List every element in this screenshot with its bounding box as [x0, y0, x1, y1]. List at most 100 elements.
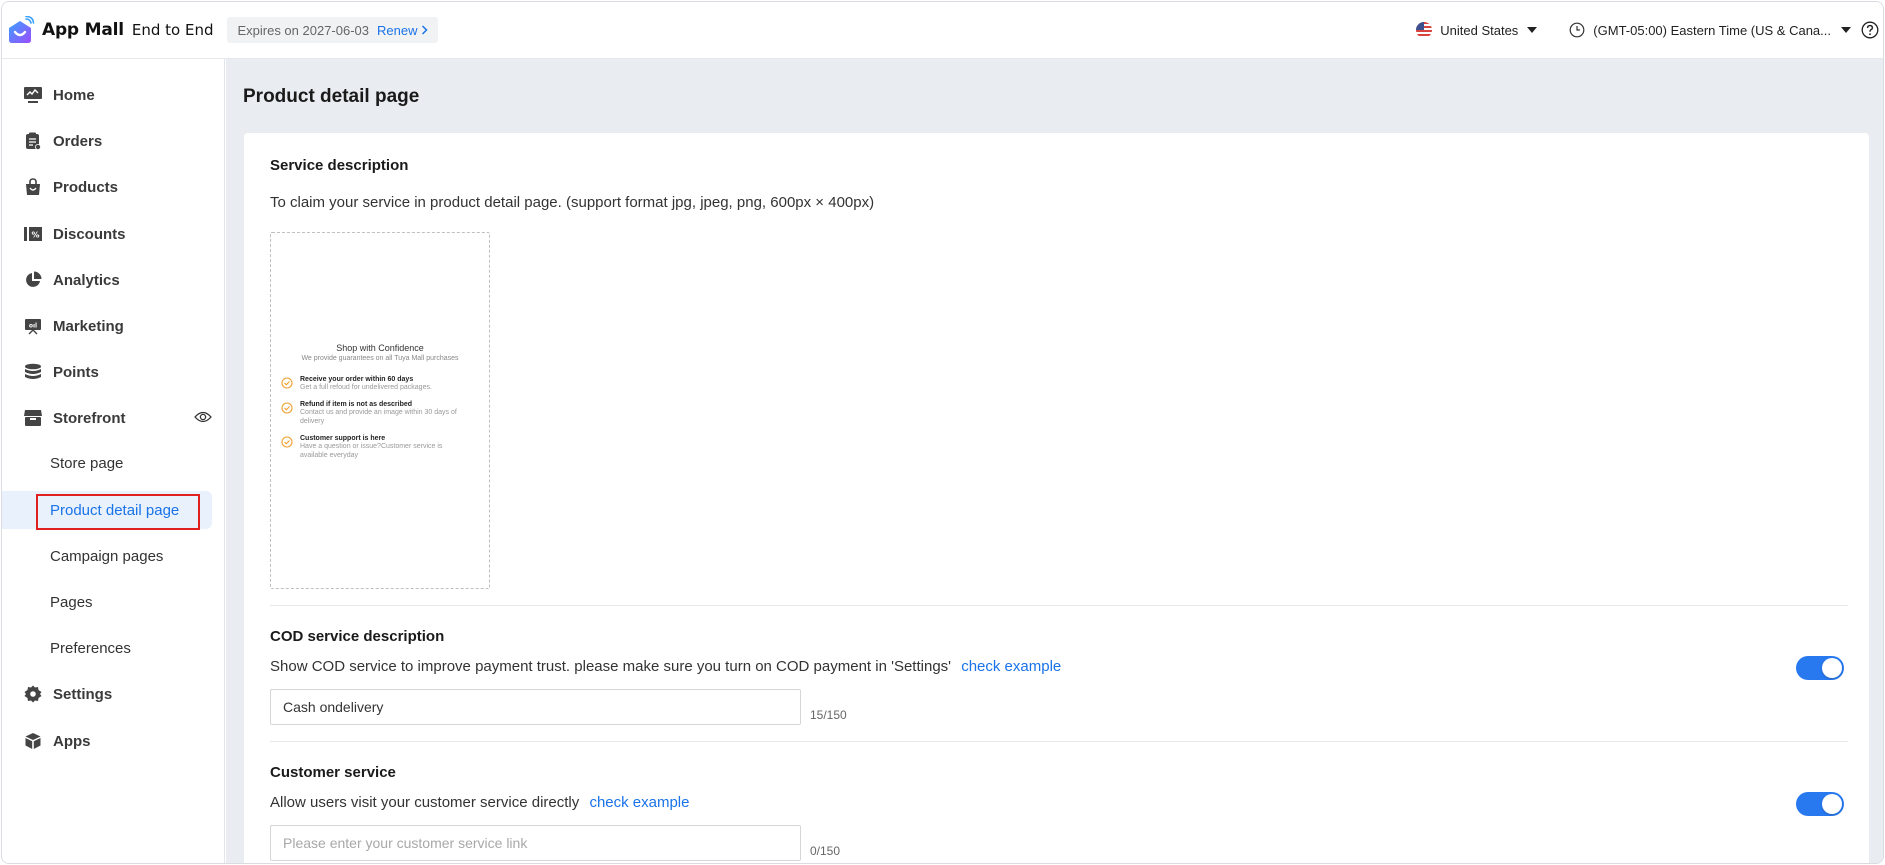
svg-text:%: % [31, 231, 39, 240]
cod-char-counter: 15/150 [810, 708, 847, 722]
help-icon[interactable] [1861, 21, 1879, 39]
sidebar-item-points[interactable]: Points [2, 353, 212, 391]
sidebar-item-label: Settings [53, 685, 113, 703]
sidebar-subitem-preferences[interactable]: Preferences [2, 629, 212, 667]
monitor-chart-icon [23, 85, 43, 105]
sidebar-subitem-label: Campaign pages [50, 547, 164, 565]
us-flag-icon [1416, 22, 1433, 38]
sidebar-item-home[interactable]: Home [2, 76, 212, 114]
sidebar-item-label: Analytics [53, 271, 120, 289]
sidebar-item-label: Home [53, 86, 95, 104]
sidebar-subitem-label: Product detail page [50, 501, 180, 519]
preview-item: Receive your order within 60 days Get a … [281, 376, 489, 392]
section-divider [270, 741, 1848, 742]
customer-service-title: Customer service [270, 764, 396, 781]
cod-check-example-link[interactable]: check example [961, 658, 1061, 675]
sidebar-item-marketing[interactable]: oıl Marketing [2, 307, 212, 345]
customer-service-check-example-link[interactable]: check example [589, 794, 689, 811]
toggle-knob [1822, 794, 1842, 814]
presentation-icon: oıl [23, 316, 43, 336]
main-content: Product detail page Service description … [226, 59, 1883, 863]
service-description-text: To claim your service in product detail … [270, 194, 875, 211]
renew-link[interactable]: Renew [377, 22, 429, 38]
coin-stack-icon [23, 362, 43, 382]
sidebar-subitem-store-page[interactable]: Store page [2, 444, 212, 482]
sidebar-subitem-label: Preferences [50, 639, 131, 657]
sidebar-item-label: Apps [53, 732, 91, 750]
caret-down-icon [1841, 27, 1851, 33]
customer-service-description-text: Allow users visit your customer service … [270, 794, 580, 811]
caret-down-icon [1527, 27, 1538, 33]
preview-item-heading: Receive your order within 60 days [300, 376, 414, 383]
renew-label: Renew [377, 22, 418, 38]
sidebar-subitem-label: Pages [50, 593, 93, 611]
sidebar-item-settings[interactable]: Settings [2, 675, 212, 713]
toggle-knob [1822, 658, 1842, 678]
sidebar-item-label: Marketing [53, 317, 124, 335]
section-divider [270, 605, 1848, 606]
shopping-bag-icon [23, 177, 43, 197]
logo[interactable]: App Mall End to End [7, 15, 214, 44]
clock-icon [1569, 22, 1585, 38]
cod-toggle[interactable] [1796, 656, 1844, 680]
service-description-title: Service description [270, 157, 409, 174]
country-label: United States [1440, 22, 1519, 38]
clipboard-icon [23, 131, 43, 151]
sidebar-item-label: Discounts [53, 225, 126, 243]
sidebar-item-label: Orders [53, 132, 103, 150]
chevron-right-icon [422, 25, 429, 35]
sidebar-item-label: Storefront [53, 409, 126, 427]
sidebar-item-label: Products [53, 178, 119, 196]
cube-icon [23, 731, 43, 751]
sidebar-subitem-pages[interactable]: Pages [2, 583, 212, 621]
sidebar-item-storefront[interactable]: Storefront [2, 399, 212, 437]
service-image-upload[interactable]: Shop with Confidence We provide guarante… [270, 232, 490, 589]
sidebar-subitem-label: Store page [50, 454, 124, 472]
settings-card: Service description To claim your servic… [244, 133, 1869, 863]
check-circle-icon [281, 402, 293, 414]
sidebar-subitem-campaign-pages[interactable]: Campaign pages [2, 537, 212, 575]
pie-chart-icon [23, 270, 43, 290]
coupon-icon: % [23, 224, 43, 244]
preview-item-body: Get a full refoud for undelivered packag… [300, 384, 432, 391]
preview-item: Customer support is here Have a question… [281, 435, 489, 460]
customer-service-link-input[interactable] [270, 825, 801, 861]
sidebar-item-label: Points [53, 363, 99, 381]
cod-title: COD service description [270, 628, 445, 645]
customer-service-description: Allow users visit your customer service … [270, 794, 690, 811]
brand-subtitle: End to End [131, 21, 214, 39]
sidebar-item-analytics[interactable]: Analytics [2, 261, 212, 299]
preview-item-body: Contact us and provide an image within 3… [300, 409, 457, 425]
timezone-label: (GMT-05:00) Eastern Time (US & Cana... [1593, 22, 1831, 38]
customer-service-char-counter: 0/150 [810, 844, 841, 858]
cod-description-text: Show COD service to improve payment trus… [270, 658, 952, 675]
preview-subtitle: We provide guarantees on all Tuya Mall p… [301, 355, 459, 362]
eye-icon[interactable] [194, 410, 212, 424]
check-circle-icon [281, 436, 293, 448]
preview-item-heading: Refund if item is not as described [300, 401, 413, 408]
top-bar: App Mall End to End Expires on 2027-06-0… [2, 2, 1883, 59]
app-mall-logo-icon [7, 15, 35, 44]
expiry-banner: Expires on 2027-06-03 Renew [227, 17, 439, 43]
check-circle-icon [281, 377, 293, 389]
cod-description: Show COD service to improve payment trus… [270, 658, 1061, 675]
brand-name: App Mall [42, 20, 124, 40]
store-icon [23, 408, 43, 428]
cod-text-input[interactable] [270, 689, 801, 725]
svg-text:oıl: oıl [29, 323, 37, 330]
page-title: Product detail page [243, 86, 420, 107]
app-window: App Mall End to End Expires on 2027-06-0… [1, 1, 1884, 864]
sidebar-item-apps[interactable]: Apps [2, 722, 212, 760]
customer-service-toggle[interactable] [1796, 792, 1844, 816]
preview-title: Shop with Confidence [336, 343, 424, 353]
sidebar-item-orders[interactable]: Orders [2, 122, 212, 160]
expiry-text: Expires on 2027-06-03 [237, 22, 369, 38]
sidebar-subitem-product-detail-page[interactable]: Product detail page [2, 491, 212, 530]
service-image-preview: Shop with Confidence We provide guarante… [271, 343, 489, 469]
gear-icon [23, 684, 43, 704]
sidebar-item-products[interactable]: Products [2, 168, 212, 206]
preview-item: Refund if item is not as described Conta… [281, 401, 489, 426]
sidebar-item-discounts[interactable]: % Discounts [2, 215, 212, 253]
timezone-selector[interactable]: (GMT-05:00) Eastern Time (US & Cana... [1569, 22, 1851, 38]
country-selector[interactable]: United States [1416, 22, 1538, 38]
